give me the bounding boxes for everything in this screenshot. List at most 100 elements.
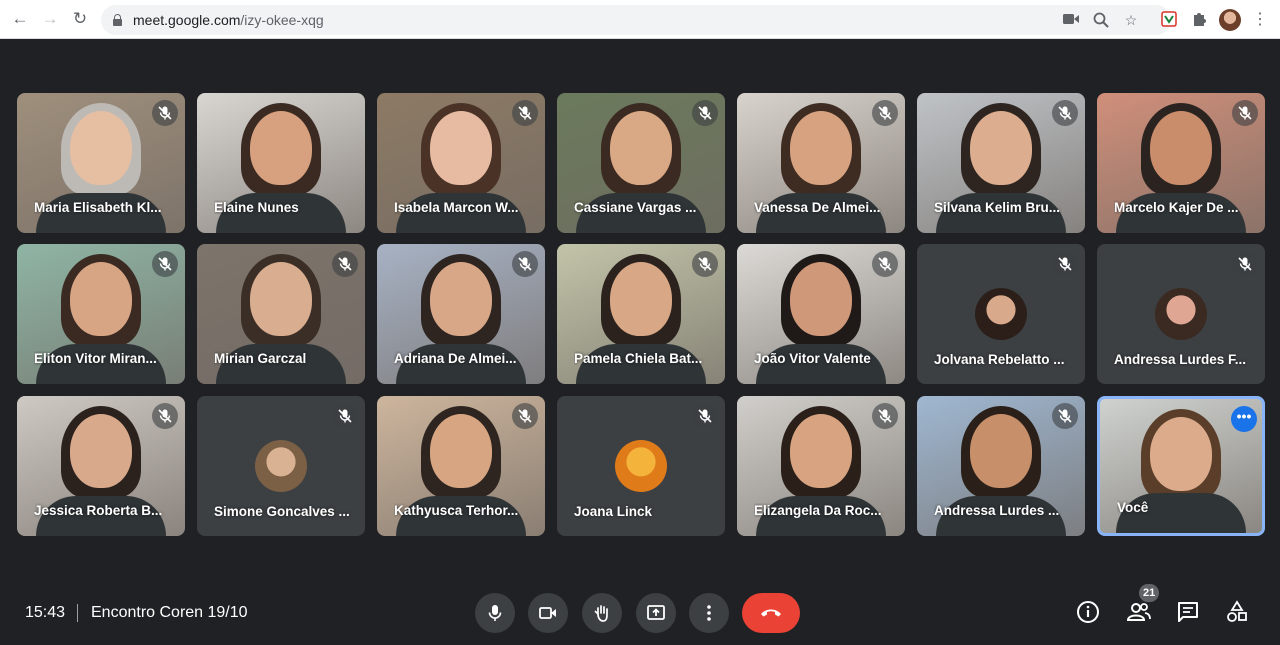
participant-tile[interactable]: Maria Elisabeth Kl... (17, 93, 185, 233)
mic-off-icon (1232, 251, 1258, 277)
zoom-icon[interactable] (1092, 12, 1110, 28)
self-video-tile[interactable]: Você ••• (1097, 396, 1265, 536)
participant-video-face (430, 111, 492, 185)
participant-tile[interactable]: Marcelo Kajer De ... (1097, 93, 1265, 233)
participant-name: Elizangela Da Roc... (754, 503, 882, 518)
mic-off-icon (872, 100, 898, 126)
meeting-info-button[interactable] (1076, 600, 1102, 626)
browser-menu-icon[interactable]: ⋮ (1251, 11, 1269, 29)
participant-video-face (70, 262, 132, 336)
participant-avatar (255, 440, 307, 492)
participant-name: Andressa Lurdes F... (1114, 352, 1247, 367)
participant-video-face (250, 111, 312, 185)
back-arrow-icon[interactable]: ← (10, 9, 30, 29)
extensions-puzzle-icon[interactable] (1190, 11, 1208, 29)
mic-off-icon (152, 100, 178, 126)
participant-name: Simone Goncalves ... (214, 504, 350, 519)
people-button[interactable] (1126, 600, 1152, 626)
mic-off-icon (872, 251, 898, 277)
participant-tile[interactable]: Cassiane Vargas ... (557, 93, 725, 233)
bookmark-star-icon[interactable]: ☆ (1122, 12, 1140, 28)
participant-avatar (975, 288, 1027, 340)
profile-avatar[interactable] (1219, 9, 1241, 31)
more-options-button[interactable] (689, 593, 729, 633)
mic-off-icon (512, 403, 538, 429)
participant-name: Jessica Roberta B... (34, 503, 163, 518)
participant-video-face (610, 262, 672, 336)
participant-video-face (1150, 417, 1212, 491)
participant-tile[interactable]: Elaine Nunes (197, 93, 365, 233)
mic-off-icon (512, 100, 538, 126)
participant-name: Cassiane Vargas ... (574, 200, 697, 215)
participant-tile[interactable]: Kathyusca Terhor... (377, 396, 545, 536)
participant-tile[interactable]: Eliton Vitor Miran... (17, 244, 185, 384)
tile-options-button[interactable]: ••• (1231, 406, 1257, 432)
participant-name: Elaine Nunes (214, 200, 299, 215)
participant-tile[interactable]: Andressa Lurdes ... (917, 396, 1085, 536)
raise-hand-button[interactable] (582, 593, 622, 633)
url-text: meet.google.com/izy-okee-xqg (133, 12, 324, 28)
activities-shapes-icon (1227, 600, 1247, 622)
participant-video-face (70, 111, 132, 185)
present-screen-button[interactable] (636, 593, 676, 633)
participant-name: Andressa Lurdes ... (934, 503, 1060, 518)
mic-off-icon (692, 251, 718, 277)
participant-tile[interactable]: Pamela Chiela Bat... (557, 244, 725, 384)
microphone-button[interactable] (475, 593, 515, 633)
mic-off-icon (152, 403, 178, 429)
participant-name: Maria Elisabeth Kl... (34, 200, 162, 215)
participant-video-face (790, 111, 852, 185)
participant-video-face (610, 111, 672, 185)
divider (77, 604, 78, 622)
participant-name: Kathyusca Terhor... (394, 503, 519, 518)
mic-off-icon (332, 251, 358, 277)
participant-tile[interactable]: Elizangela Da Roc... (737, 396, 905, 536)
participant-avatar (1155, 288, 1207, 340)
meeting-time: 15:43 (25, 604, 66, 621)
forward-arrow-icon[interactable]: → (40, 9, 60, 29)
participant-avatar (615, 440, 667, 492)
activities-button[interactable] (1225, 600, 1251, 626)
meeting-title: Encontro Coren 19/10 (91, 604, 248, 621)
participant-tile[interactable]: Andressa Lurdes F... (1097, 244, 1265, 384)
participant-name: Vanessa De Almei... (754, 200, 881, 215)
participant-tile[interactable]: Mirian Garczal (197, 244, 365, 384)
mic-off-icon (1052, 100, 1078, 126)
participant-video-face (790, 414, 852, 488)
participant-tile[interactable]: João Vitor Valente (737, 244, 905, 384)
participant-tile[interactable]: Isabela Marcon W... (377, 93, 545, 233)
chat-button[interactable] (1176, 600, 1202, 626)
participant-tile[interactable]: Joana Linck (557, 396, 725, 536)
mic-off-icon (1232, 100, 1258, 126)
participant-video-face (70, 414, 132, 488)
participant-video-face (970, 111, 1032, 185)
participant-tile[interactable]: Simone Goncalves ... (197, 396, 365, 536)
participant-tile[interactable]: Adriana De Almei... (377, 244, 545, 384)
info-icon (1077, 601, 1099, 623)
participant-video-face (970, 414, 1032, 488)
address-bar[interactable]: meet.google.com/izy-okee-xqg ☆ (101, 5, 1171, 35)
reload-icon[interactable]: ↻ (70, 9, 90, 29)
participant-tile[interactable]: Jessica Roberta B... (17, 396, 185, 536)
extension-shield-icon[interactable] (1160, 11, 1178, 29)
participant-tile[interactable]: Jolvana Rebelatto ... (917, 244, 1085, 384)
browser-toolbar: ← → ↻ meet.google.com/izy-okee-xqg ☆ ⋮ (0, 0, 1280, 39)
videocam-icon (539, 607, 556, 619)
mic-off-icon (512, 251, 538, 277)
lock-icon (113, 14, 122, 26)
camera-button[interactable] (528, 593, 568, 633)
mic-off-icon (872, 403, 898, 429)
participant-video-face (250, 262, 312, 336)
participant-tile[interactable]: Vanessa De Almei... (737, 93, 905, 233)
participant-name: Mirian Garczal (214, 351, 307, 366)
participant-tile[interactable]: Silvana Kelim Bru... (917, 93, 1085, 233)
microphone-icon (488, 605, 502, 621)
mic-off-icon (1052, 403, 1078, 429)
participant-video-face (1150, 111, 1212, 185)
leave-call-button[interactable] (742, 593, 800, 633)
people-icon (1126, 603, 1151, 621)
more-vert-icon (707, 605, 711, 621)
camera-icon[interactable] (1062, 12, 1080, 28)
mic-off-icon (692, 100, 718, 126)
participant-name: João Vitor Valente (754, 351, 871, 366)
